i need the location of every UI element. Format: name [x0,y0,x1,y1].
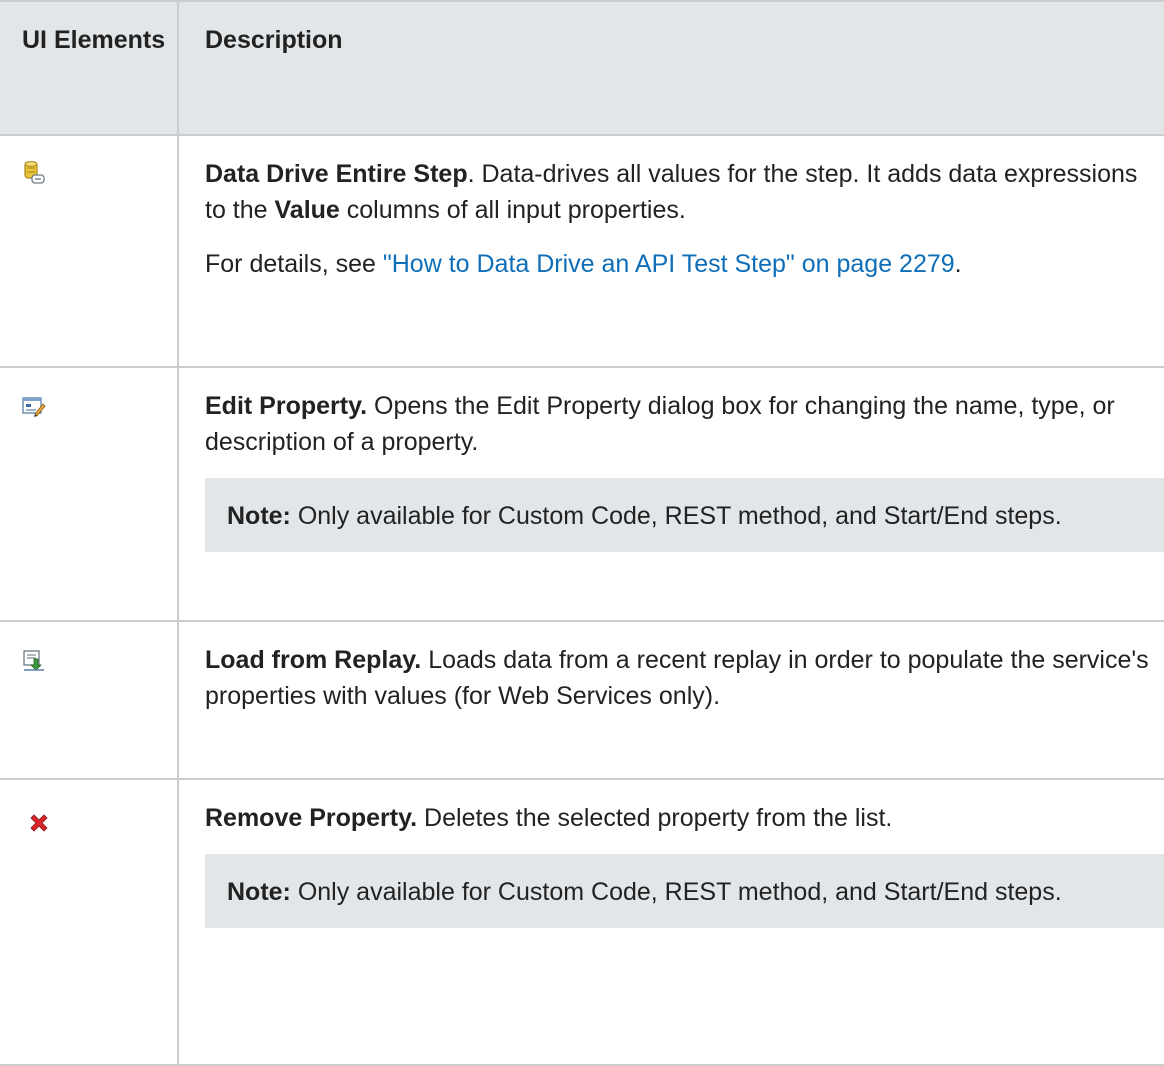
description-text: Data Drive Entire Step. Data-drives all … [205,156,1154,228]
icon-cell [0,134,179,368]
note-text: Only available for Custom Code, REST met… [290,502,1062,530]
load-from-replay-icon [22,646,46,671]
description-part: columns of all input properties. [339,196,686,224]
item-title: Remove Property. [205,804,418,832]
table-row: Load from Replay. Loads data from a rece… [0,620,1164,780]
description-cell: Load from Replay. Loads data from a rece… [177,620,1164,780]
item-title: Edit Property. [205,392,368,420]
note-label: Note: [227,878,291,906]
header-ui-elements: UI Elements [0,0,179,136]
details-prefix: For details, see [205,250,383,278]
edit-property-icon [22,392,46,417]
how-to-data-drive-link[interactable]: "How to Data Drive an API Test Step" on … [383,250,955,278]
data-drive-icon [22,160,46,184]
note-text: Only available for Custom Code, REST met… [290,878,1062,906]
note-label: Note: [227,502,291,530]
icon-cell [0,778,179,1066]
details-suffix: . [954,250,962,278]
table-row: Edit Property. Opens the Edit Property d… [0,366,1164,622]
description-text: Remove Property. Deletes the selected pr… [205,800,1154,836]
note-box: Note: Only available for Custom Code, RE… [205,854,1164,928]
description-cell: Remove Property. Deletes the selected pr… [177,778,1164,1066]
table-header-row: UI Elements Description [0,0,1164,136]
title-suffix: . [467,160,475,188]
header-description: Description [177,0,1164,136]
description-text: Edit Property. Opens the Edit Property d… [205,388,1154,460]
details-text: For details, see "How to Data Drive an A… [205,246,1154,282]
item-title: Data Drive Entire Step [205,160,468,188]
icon-cell [0,620,179,780]
remove-property-icon [28,808,52,832]
note-box: Note: Only available for Custom Code, RE… [205,478,1164,552]
value-term: Value [274,196,340,224]
description-text: Load from Replay. Loads data from a rece… [205,642,1154,714]
description-cell: Edit Property. Opens the Edit Property d… [177,366,1164,622]
description-part: Deletes the selected property from the l… [417,804,893,832]
table-row: Remove Property. Deletes the selected pr… [0,778,1164,1066]
table-row: Data Drive Entire Step. Data-drives all … [0,134,1164,368]
ui-elements-table: UI Elements Description Data Drive Entir… [0,0,1164,1066]
icon-cell [0,366,179,622]
description-cell: Data Drive Entire Step. Data-drives all … [177,134,1164,368]
item-title: Load from Replay. [205,646,422,674]
